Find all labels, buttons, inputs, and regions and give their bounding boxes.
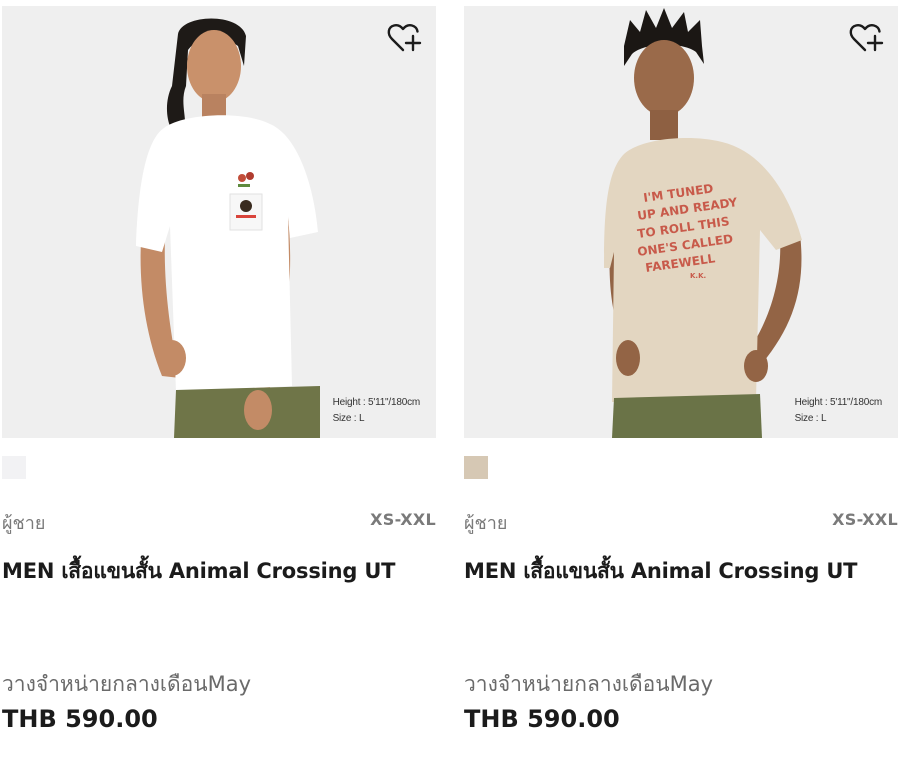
- product-card[interactable]: I'M TUNED UP AND READY TO ROLL THIS ONE'…: [464, 0, 898, 763]
- model-info: Height : 5'11"/180cm Size : L: [794, 395, 883, 427]
- product-sizes: XS-XXL: [370, 510, 436, 529]
- print-line: K.K.: [690, 272, 706, 280]
- color-swatch[interactable]: [464, 456, 488, 479]
- product-sizes: XS-XXL: [832, 510, 898, 529]
- model-height: Height : 5'11"/180cm: [794, 397, 883, 408]
- product-card[interactable]: Height : 5'11"/180cm Size : L ผู้ชาย XS-…: [2, 0, 436, 763]
- product-gender: ผู้ชาย: [2, 513, 46, 534]
- release-note: วางจำหน่ายกลางเดือนMay: [464, 672, 714, 696]
- product-price: THB 590.00: [464, 705, 620, 733]
- product-image[interactable]: Height : 5'11"/180cm Size : L: [2, 6, 436, 438]
- product-price: THB 590.00: [2, 705, 158, 733]
- model-size: Size : L: [794, 413, 827, 424]
- release-note: วางจำหน่ายกลางเดือนMay: [2, 672, 252, 696]
- heart-plus-icon: [849, 24, 884, 52]
- color-swatch[interactable]: [2, 456, 26, 479]
- model-info: Height : 5'11"/180cm Size : L: [332, 395, 421, 427]
- wishlist-button[interactable]: [386, 20, 422, 56]
- product-grid: Height : 5'11"/180cm Size : L ผู้ชาย XS-…: [0, 0, 900, 763]
- product-title[interactable]: MEN เสื้อแขนสั้น Animal Crossing UT: [464, 555, 898, 588]
- product-gender: ผู้ชาย: [464, 513, 508, 534]
- wishlist-button[interactable]: [848, 20, 884, 56]
- model-size: Size : L: [332, 413, 365, 424]
- product-image[interactable]: I'M TUNED UP AND READY TO ROLL THIS ONE'…: [464, 6, 898, 438]
- model-photo: [2, 6, 436, 438]
- model-height: Height : 5'11"/180cm: [332, 397, 421, 408]
- model-photo: I'M TUNED UP AND READY TO ROLL THIS ONE'…: [464, 6, 898, 438]
- product-title[interactable]: MEN เสื้อแขนสั้น Animal Crossing UT: [2, 555, 436, 588]
- heart-plus-icon: [387, 24, 422, 52]
